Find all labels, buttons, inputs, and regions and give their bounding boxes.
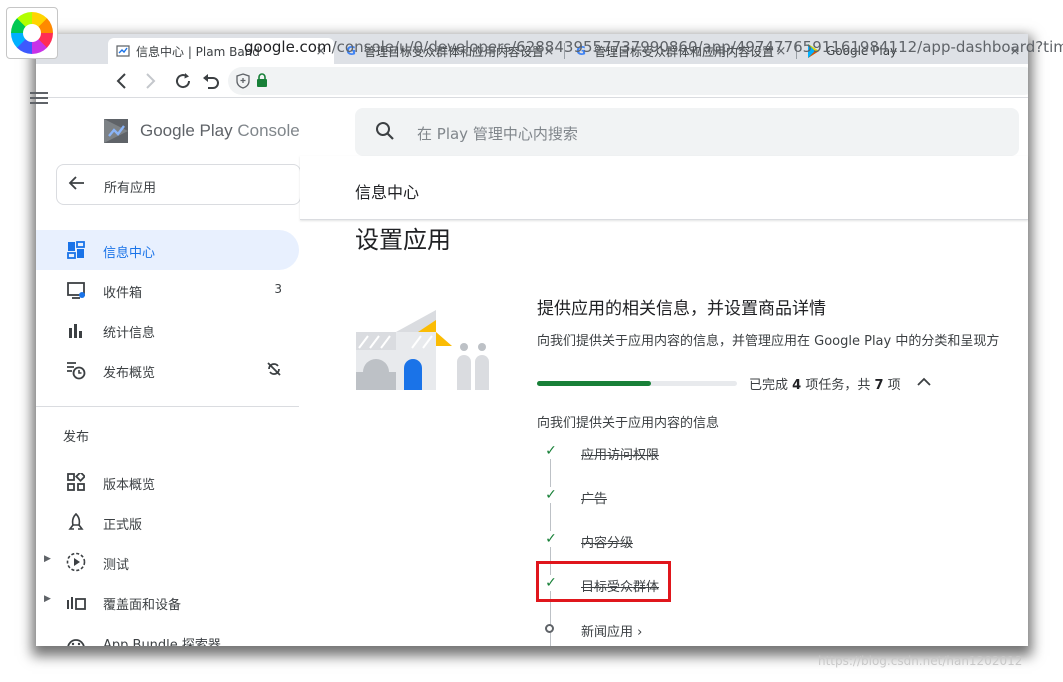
sidebar-item-label: 版本概览 (103, 478, 156, 493)
progress-text: 已完成 4 项任务，共 7 项 (749, 374, 901, 393)
task-app-access[interactable]: ✓ 应用访问权限 (538, 437, 958, 467)
browser-toolbar (36, 64, 1028, 98)
search-placeholder: 在 Play 管理中心内搜索 (417, 125, 578, 143)
task-ads[interactable]: ✓ 广告 (538, 481, 958, 511)
task-label: 新闻应用 › (581, 621, 642, 640)
forward-icon[interactable] (138, 68, 164, 94)
expand-caret-icon[interactable]: ▶ (44, 554, 51, 564)
arrow-back-icon (67, 173, 87, 198)
expand-caret-icon[interactable]: ▶ (44, 594, 51, 604)
sidebar-item-label: App Bundle 探索器 (103, 638, 221, 646)
progress-mid: 项任务，共 (801, 378, 875, 393)
address-bar[interactable] (228, 67, 1028, 95)
progress-done: 4 (792, 378, 802, 393)
highlight-box (536, 561, 671, 602)
sidebar-item-inbox[interactable]: 收件箱 3 (36, 270, 300, 310)
brand-name: Google Play Console (140, 121, 300, 141)
task-content-rating[interactable]: ✓ 内容分级 (538, 525, 958, 555)
android-icon (65, 632, 87, 646)
breadcrumb: 信息中心 (355, 183, 420, 202)
url-host: google.com (244, 38, 332, 56)
check-icon: ✓ (543, 531, 559, 547)
collapse-chevron-icon[interactable] (917, 376, 931, 390)
pinwheel-icon (11, 12, 53, 54)
search-bar[interactable]: 在 Play 管理中心内搜索 (355, 108, 1019, 156)
reload-icon[interactable] (170, 68, 196, 94)
brand-console: Console (237, 121, 300, 140)
play-console-logo-icon (102, 116, 130, 150)
inbox-count-badge: 3 (274, 282, 282, 296)
sidebar-item-app-bundle-explorer[interactable]: App Bundle 探索器 (36, 622, 300, 646)
app-pinwheel-logo (6, 7, 58, 59)
undo-icon[interactable] (198, 68, 224, 94)
watermark: https://blog.csdn.net/han1202012 (818, 654, 1023, 668)
progress-suffix: 项 (883, 378, 901, 393)
chevron-right-icon: › (637, 625, 643, 640)
search-icon (375, 121, 395, 145)
check-icon: ✓ (543, 443, 559, 459)
play-console-favicon-icon (116, 44, 130, 58)
sync-disabled-icon (266, 361, 282, 381)
sidebar-item-publishing-overview[interactable]: 发布概览 (36, 350, 300, 390)
sidebar-divider (36, 406, 299, 407)
sidebar-item-reach-devices[interactable]: ▶ 覆盖面和设备 (36, 582, 300, 622)
sidebar-item-dashboard[interactable]: 信息中心 (36, 230, 299, 270)
check-icon: ✓ (543, 487, 559, 503)
pending-dot-icon (545, 624, 554, 633)
task-label: 应用访问权限 (581, 448, 660, 463)
publishing-overview-icon (65, 360, 87, 380)
tasks-subheading: 向我们提供关于应用内容的信息 (537, 416, 720, 431)
release-section-title: 发布 (63, 430, 90, 445)
brand-google-play: Google Play (140, 121, 233, 140)
releases-overview-icon (65, 472, 87, 492)
sidebar-item-label: 统计信息 (103, 326, 156, 341)
inbox-icon (65, 280, 87, 300)
sidebar-item-testing[interactable]: ▶ 测试 (36, 542, 300, 582)
all-apps-label: 所有应用 (104, 181, 157, 196)
page-title: 设置应用 (355, 226, 451, 254)
sidebar-item-label: 覆盖面和设备 (103, 598, 182, 613)
setup-card-description: 向我们提供关于应用内容的信息，并管理应用在 Google Play 中的分类和呈… (537, 334, 1000, 349)
progress-total: 7 (874, 378, 884, 393)
task-label-text: 新闻应用 (581, 625, 634, 640)
setup-progress-bar (537, 381, 737, 386)
sidebar-item-label: 测试 (103, 558, 130, 573)
sidebar-item-label: 收件箱 (103, 286, 143, 301)
reach-devices-icon (65, 592, 87, 612)
sidebar-item-production[interactable]: 正式版 (36, 502, 300, 542)
task-news-app[interactable]: 新闻应用 › (538, 614, 958, 644)
menu-icon[interactable] (30, 89, 48, 107)
progress-fill (537, 381, 652, 386)
sidebar-item-label: 正式版 (103, 518, 143, 533)
task-label: 广告 (581, 492, 608, 507)
url-path: /console/u/0/developers/6288439557737990… (331, 38, 1063, 56)
sidebar-item-releases-overview[interactable]: 版本概览 (36, 462, 300, 502)
bar-chart-icon (65, 320, 87, 340)
dashboard-icon (65, 240, 87, 260)
progress-prefix: 已完成 (749, 378, 793, 393)
setup-illustration (356, 310, 506, 390)
testing-icon (65, 552, 87, 572)
sidebar-item-statistics[interactable]: 统计信息 (36, 310, 300, 350)
shield-icon[interactable] (236, 73, 250, 93)
sidebar-item-label: 发布概览 (103, 366, 156, 381)
url-text[interactable]: google.com/console/u/0/developers/628843… (244, 38, 1063, 56)
setup-card-title: 提供应用的相关信息，并设置商品详情 (537, 299, 826, 319)
sidebar-item-label: 信息中心 (103, 246, 156, 261)
all-apps-button[interactable]: 所有应用 (56, 164, 301, 205)
lock-icon[interactable] (256, 73, 268, 92)
production-icon (65, 512, 87, 532)
task-label: 内容分级 (581, 536, 634, 551)
back-icon[interactable] (108, 68, 134, 94)
